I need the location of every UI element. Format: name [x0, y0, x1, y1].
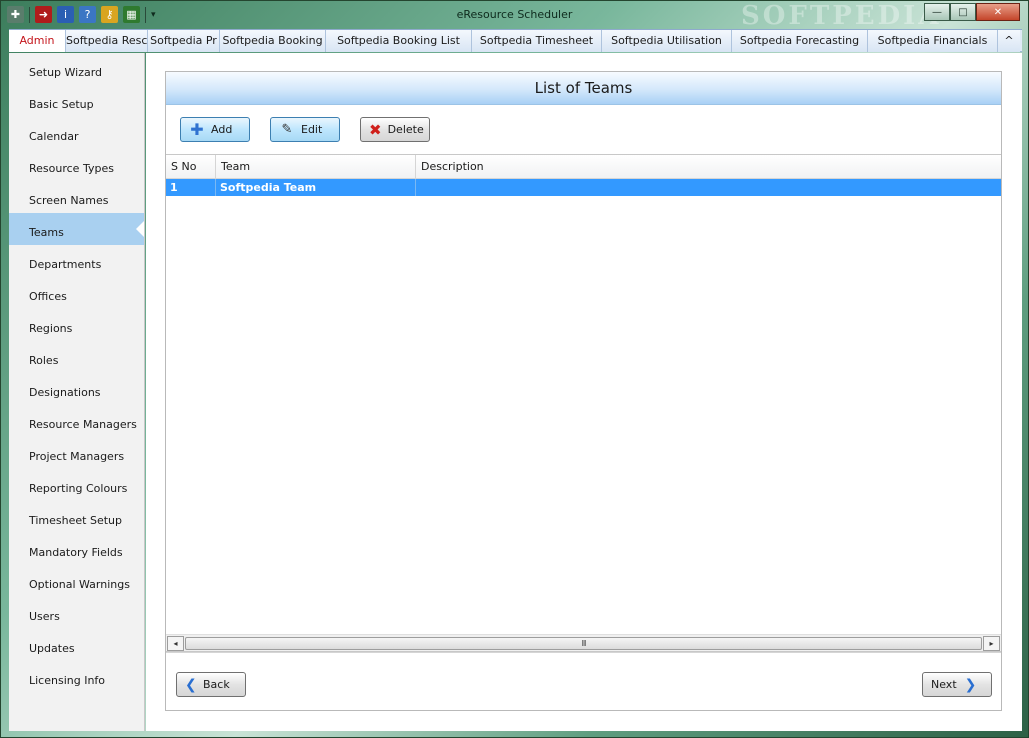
- chevron-left-icon: ❮: [185, 676, 197, 693]
- teams-grid: S No Team Description 1 Softpedia Team ◂…: [166, 154, 1001, 652]
- scroll-right-button[interactable]: ▸: [983, 635, 1000, 651]
- cell-description: [416, 179, 1001, 196]
- column-header-sno[interactable]: S No: [166, 155, 216, 178]
- module-tab-bar: Admin Softpedia Resc Softpedia Pr Softpe…: [9, 29, 1022, 52]
- sidebar-item-resource-managers[interactable]: Resource Managers: [9, 405, 144, 437]
- edit-button-label: Edit: [301, 123, 323, 136]
- footer-divider: [166, 652, 1001, 653]
- sidebar-item-updates[interactable]: Updates: [9, 629, 144, 661]
- back-button-label: Back: [203, 678, 230, 691]
- minimize-button[interactable]: —: [924, 3, 950, 21]
- next-button[interactable]: Next ❯: [922, 672, 992, 697]
- edit-button[interactable]: ✎ Edit: [270, 117, 340, 142]
- teams-panel: List of Teams ✚ Add ✎ Edit ✖ Delete S No: [165, 71, 1002, 711]
- tab-timesheet[interactable]: Softpedia Timesheet: [472, 30, 602, 52]
- plus-icon: ✚: [190, 120, 204, 139]
- tab-resources[interactable]: Softpedia Resc: [66, 30, 148, 52]
- tab-utilisation[interactable]: Softpedia Utilisation: [602, 30, 732, 52]
- sidebar-item-basic-setup[interactable]: Basic Setup: [9, 85, 144, 117]
- close-button[interactable]: ✕: [976, 3, 1020, 21]
- tab-forecasting[interactable]: Softpedia Forecasting: [732, 30, 868, 52]
- pencil-icon: ✎: [281, 122, 293, 137]
- back-button[interactable]: ❮ Back: [176, 672, 246, 697]
- sidebar-item-optional-warnings[interactable]: Optional Warnings: [9, 565, 144, 597]
- sidebar-item-offices[interactable]: Offices: [9, 277, 144, 309]
- tab-admin[interactable]: Admin: [9, 30, 66, 52]
- delete-button-label: Delete: [387, 123, 424, 136]
- scroll-left-button[interactable]: ◂: [167, 635, 184, 651]
- sidebar-item-resource-types[interactable]: Resource Types: [9, 149, 144, 181]
- scroll-thumb[interactable]: III: [185, 636, 982, 650]
- sidebar-item-departments[interactable]: Departments: [9, 245, 144, 277]
- sidebar-item-regions[interactable]: Regions: [9, 309, 144, 341]
- sidebar-item-project-managers[interactable]: Project Managers: [9, 437, 144, 469]
- main-content: List of Teams ✚ Add ✎ Edit ✖ Delete S No: [146, 53, 1022, 731]
- add-button-label: Add: [211, 123, 233, 136]
- delete-button[interactable]: ✖ Delete: [360, 117, 430, 142]
- cell-sno: 1: [166, 179, 216, 196]
- sidebar-item-designations[interactable]: Designations: [9, 373, 144, 405]
- tab-collapse-chevron-icon[interactable]: ^: [998, 30, 1020, 52]
- column-header-description[interactable]: Description: [416, 155, 1001, 178]
- tab-booking-list[interactable]: Softpedia Booking List: [326, 30, 472, 52]
- tab-projects[interactable]: Softpedia Pr: [148, 30, 220, 52]
- admin-sidebar: Setup Wizard Basic Setup Calendar Resour…: [9, 53, 145, 731]
- page-title: List of Teams: [166, 72, 1001, 105]
- sidebar-item-calendar[interactable]: Calendar: [9, 117, 144, 149]
- sidebar-item-licensing-info[interactable]: Licensing Info: [9, 661, 144, 693]
- sidebar-item-reporting-colours[interactable]: Reporting Colours: [9, 469, 144, 501]
- sidebar-item-mandatory-fields[interactable]: Mandatory Fields: [9, 533, 144, 565]
- sidebar-item-users[interactable]: Users: [9, 597, 144, 629]
- title-bar: ✚ ➜ i ? ⚷ ▦ ▾ eResource Scheduler SOFTPE…: [1, 1, 1028, 31]
- horizontal-scrollbar[interactable]: ◂ III ▸: [166, 634, 1001, 651]
- app-window: ✚ ➜ i ? ⚷ ▦ ▾ eResource Scheduler SOFTPE…: [0, 0, 1029, 738]
- cell-team: Softpedia Team: [216, 179, 416, 196]
- chevron-right-icon: ❯: [964, 676, 977, 693]
- sidebar-item-setup-wizard[interactable]: Setup Wizard: [9, 53, 144, 85]
- column-header-team[interactable]: Team: [216, 155, 416, 178]
- add-button[interactable]: ✚ Add: [180, 117, 250, 142]
- sidebar-item-timesheet-setup[interactable]: Timesheet Setup: [9, 501, 144, 533]
- next-button-label: Next: [931, 678, 957, 691]
- window-controls: — □ ✕: [924, 3, 1020, 21]
- sidebar-item-roles[interactable]: Roles: [9, 341, 144, 373]
- watermark-text: SOFTPEDIA: [741, 1, 942, 31]
- sidebar-item-teams[interactable]: Teams: [9, 213, 144, 245]
- maximize-button[interactable]: □: [950, 3, 976, 21]
- teams-toolbar: ✚ Add ✎ Edit ✖ Delete: [180, 117, 430, 142]
- tab-financials[interactable]: Softpedia Financials: [868, 30, 998, 52]
- grid-header: S No Team Description: [166, 155, 1001, 179]
- delete-x-icon: ✖: [369, 120, 382, 139]
- table-row[interactable]: 1 Softpedia Team: [166, 179, 1001, 196]
- tab-booking[interactable]: Softpedia Booking: [220, 30, 326, 52]
- sidebar-item-screen-names[interactable]: Screen Names: [9, 181, 144, 213]
